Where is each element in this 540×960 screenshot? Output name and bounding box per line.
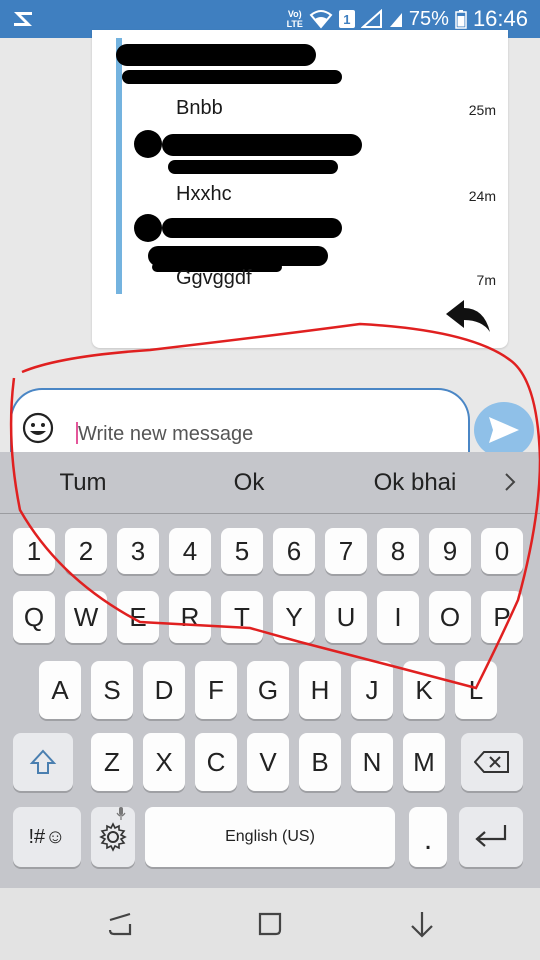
message-text: Ggvggdf	[176, 267, 252, 289]
enter-icon	[475, 825, 507, 847]
notification-app-icon	[14, 12, 32, 26]
message-item[interactable]: Bnbb 25m	[176, 86, 496, 120]
redaction-scribble	[122, 70, 342, 84]
key-e[interactable]: E	[117, 591, 159, 643]
key-4[interactable]: 4	[169, 528, 211, 574]
key-i[interactable]: I	[377, 591, 419, 643]
reply-icon[interactable]	[444, 298, 492, 334]
redaction-scribble	[162, 134, 362, 156]
key-p[interactable]: P	[481, 591, 523, 643]
battery-percent: 75%	[408, 7, 449, 30]
home-icon[interactable]	[254, 908, 286, 940]
chevron-right-icon[interactable]	[498, 470, 522, 494]
suggestion-item[interactable]: Ok bhai	[332, 452, 498, 514]
backspace-key[interactable]	[461, 733, 523, 791]
message-text: Hxxhc	[176, 183, 232, 205]
send-button[interactable]	[474, 402, 534, 458]
symbols-key[interactable]: !#☺	[13, 807, 81, 867]
key-m[interactable]: M	[403, 733, 445, 791]
key-9[interactable]: 9	[429, 528, 471, 574]
key-0[interactable]: 0	[481, 528, 523, 574]
space-key[interactable]: English (US)	[145, 807, 395, 867]
key-h[interactable]: H	[299, 661, 341, 719]
signal-icon-2	[389, 13, 402, 27]
key-o[interactable]: O	[429, 591, 471, 643]
key-n[interactable]: N	[351, 733, 393, 791]
message-time: 24m	[468, 188, 496, 204]
key-7[interactable]: 7	[325, 528, 367, 574]
mic-icon	[116, 807, 126, 820]
wifi-icon	[309, 10, 333, 29]
back-icon[interactable]	[406, 908, 438, 940]
key-v[interactable]: V	[247, 733, 289, 791]
key-w[interactable]: W	[65, 591, 107, 643]
key-2[interactable]: 2	[65, 528, 107, 574]
key-d[interactable]: D	[143, 661, 185, 719]
shift-icon	[29, 749, 57, 774]
period-key[interactable]: .	[409, 807, 447, 867]
key-u[interactable]: U	[325, 591, 367, 643]
key-3[interactable]: 3	[117, 528, 159, 574]
key-1[interactable]: 1	[13, 528, 55, 574]
key-t[interactable]: T	[221, 591, 263, 643]
send-icon	[489, 417, 519, 443]
key-a[interactable]: A	[39, 661, 81, 719]
volte-line2: LTE	[286, 19, 303, 29]
recents-icon[interactable]	[104, 908, 136, 940]
chat-thread-card: Bnbb 25m Hxxhc 24m Ggvggdf 7m	[92, 30, 508, 348]
redaction-scribble	[134, 214, 162, 242]
key-f[interactable]: F	[195, 661, 237, 719]
message-item[interactable]: Hxxhc 24m	[176, 172, 496, 206]
backspace-icon	[474, 751, 509, 773]
keyboard: Tum Ok Ok bhai 1 2 3 4 5 6 7 8 9 0 Q W E…	[0, 452, 540, 888]
shift-key[interactable]	[13, 733, 73, 791]
message-time: 7m	[476, 272, 496, 288]
signal-icon	[360, 9, 382, 28]
message-composer	[10, 388, 470, 452]
battery-icon	[455, 10, 467, 29]
key-6[interactable]: 6	[273, 528, 315, 574]
suggestion-item[interactable]: Ok	[166, 452, 332, 514]
key-l[interactable]: L	[455, 661, 497, 719]
message-text: Bnbb	[176, 97, 223, 119]
volte-line1: Vo)	[287, 9, 302, 19]
clock: 16:46	[472, 6, 528, 31]
key-g[interactable]: G	[247, 661, 289, 719]
key-5[interactable]: 5	[221, 528, 263, 574]
key-b[interactable]: B	[299, 733, 341, 791]
navigation-bar	[0, 888, 540, 960]
key-8[interactable]: 8	[377, 528, 419, 574]
key-j[interactable]: J	[351, 661, 393, 719]
key-s[interactable]: S	[91, 661, 133, 719]
key-z[interactable]: Z	[91, 733, 133, 791]
key-y[interactable]: Y	[273, 591, 315, 643]
emoji-icon[interactable]	[22, 412, 54, 444]
suggestion-bar: Tum Ok Ok bhai	[0, 452, 540, 514]
sim-badge: 1	[338, 10, 355, 28]
enter-key[interactable]	[459, 807, 523, 867]
message-input[interactable]	[78, 420, 458, 448]
volte-indicator: Vo) LTE	[287, 9, 303, 29]
key-x[interactable]: X	[143, 733, 185, 791]
settings-icon	[99, 822, 127, 852]
message-item[interactable]: Ggvggdf 7m	[176, 256, 496, 290]
key-r[interactable]: R	[169, 591, 211, 643]
redaction-scribble	[162, 218, 342, 238]
key-k[interactable]: K	[403, 661, 445, 719]
key-q[interactable]: Q	[13, 591, 55, 643]
message-time: 25m	[468, 102, 496, 118]
suggestion-item[interactable]: Tum	[0, 452, 166, 514]
key-c[interactable]: C	[195, 733, 237, 791]
settings-key[interactable]	[91, 807, 135, 867]
redaction-scribble	[134, 130, 162, 158]
redaction-scribble	[116, 44, 316, 66]
